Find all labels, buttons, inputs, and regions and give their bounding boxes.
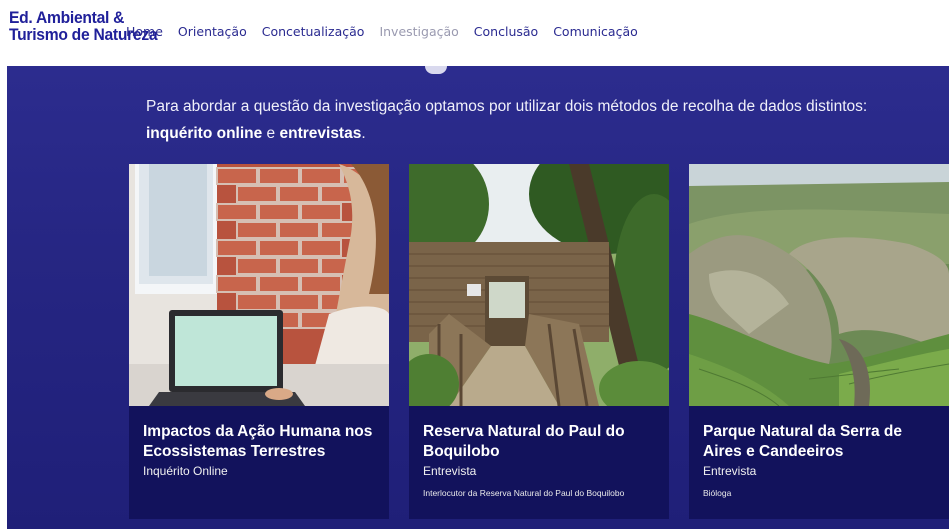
card-inquerito[interactable]: Impactos da Ação Humana nos Ecossistemas… [129,164,389,519]
card-title: Impactos da Ação Humana nos Ecossistemas… [143,423,373,460]
card-serra-aires[interactable]: Parque Natural da Serra de Aires e Cande… [689,164,949,519]
intro-paragraph: Para abordar a questão da investigação o… [146,93,936,147]
nav-comunicacao[interactable]: Comunicação [553,24,638,39]
card-body: Parque Natural da Serra de Aires e Cande… [689,406,949,519]
intro-end: . [361,125,366,142]
nav-home[interactable]: Home [126,24,163,39]
card-subtitle: Inquérito Online [143,464,228,478]
intro-method-online: inquérito online [146,125,263,142]
laptop-brick-wall-image [129,164,389,406]
card-subtitle: Entrevista [423,464,477,478]
card-detail: Interlocutor da Reserva Natural do Paul … [423,488,625,498]
nav-orientacao[interactable]: Orientação [178,24,247,39]
nav-concetualizacao[interactable]: Concetualização [262,24,365,39]
card-body: Impactos da Ação Humana nos Ecossistemas… [129,406,389,519]
wooden-observatory-image [409,164,669,406]
nav-investigacao[interactable]: Investigação [379,24,458,39]
decorative-shape [425,66,447,74]
card-title: Reserva Natural do Paul do Boquilobo [423,423,625,460]
intro-text: Para abordar a questão da investigação o… [146,98,868,115]
valley-landscape-image [689,164,949,406]
card-subtitle: Entrevista [703,464,757,478]
nav-conclusao[interactable]: Conclusão [474,24,538,39]
intro-conjunction: e [262,125,280,142]
main-nav: Home Orientação Concetualização Investig… [126,24,653,39]
card-title: Parque Natural da Serra de Aires e Cande… [703,423,902,460]
card-paul-boquilobo[interactable]: Reserva Natural do Paul do Boquilobo Ent… [409,164,669,519]
card-body: Reserva Natural do Paul do Boquilobo Ent… [409,406,669,519]
site-header: Ed. Ambiental & Turismo de Natureza Home… [0,0,949,66]
intro-method-interviews: entrevistas [279,125,362,142]
card-detail: Bióloga [703,488,732,498]
